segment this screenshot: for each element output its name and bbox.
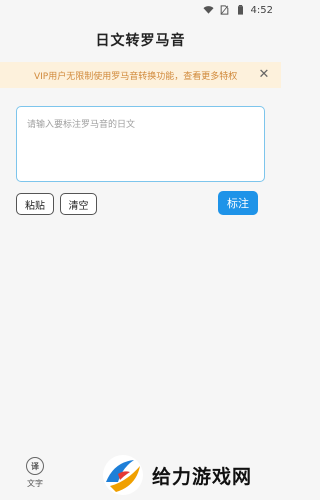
tab-text-label: 文字 <box>27 479 43 488</box>
watermark-logo-icon <box>103 455 143 495</box>
clear-button[interactable]: 清空 <box>60 193 97 215</box>
paste-button[interactable]: 粘贴 <box>16 193 54 215</box>
vip-notice-banner[interactable]: VIP用户无限制使用罗马音转换功能，查看更多特权 ✕ <box>0 62 281 88</box>
title-bar: 日文转罗马音 <box>0 20 281 60</box>
watermark: 给力游戏网 <box>100 450 281 500</box>
status-bar: 4:52 <box>0 0 281 20</box>
translate-icon: 译 <box>26 457 44 475</box>
annotate-button[interactable]: 标注 <box>218 191 258 215</box>
close-icon[interactable]: ✕ <box>257 68 271 82</box>
tab-text[interactable]: 译 文字 <box>20 457 50 493</box>
wifi-icon <box>202 6 214 14</box>
battery-icon <box>237 5 243 15</box>
vip-notice-text[interactable]: VIP用户无限制使用罗马音转换功能，查看更多特权 <box>34 69 257 82</box>
japanese-text-input[interactable] <box>16 106 265 182</box>
status-time: 4:52 <box>250 4 273 16</box>
page-title: 日文转罗马音 <box>95 33 186 49</box>
watermark-text: 给力游戏网 <box>152 465 253 488</box>
no-sim-icon <box>220 5 228 15</box>
